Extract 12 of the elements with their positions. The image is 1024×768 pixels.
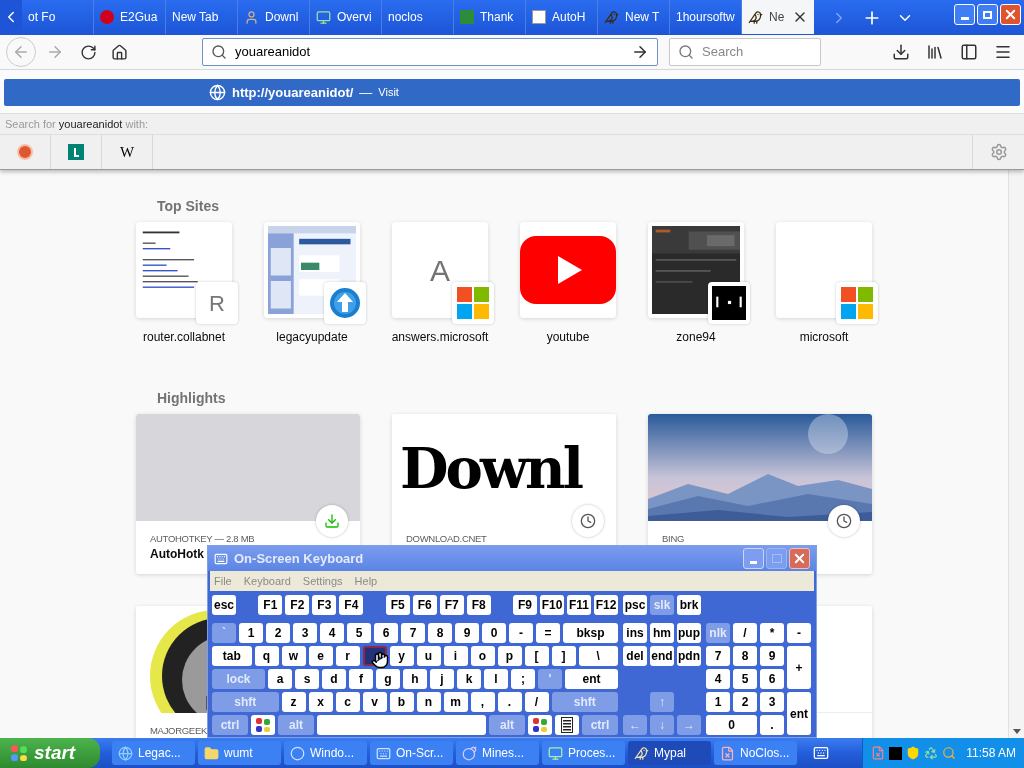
card-context: AUTOHOTKEY — 2.8 MB bbox=[150, 533, 255, 544]
tile-letter: A bbox=[430, 252, 450, 289]
headline-text: Downl bbox=[400, 439, 582, 496]
card-context: BING bbox=[662, 533, 685, 544]
section-title: Top Sites bbox=[157, 198, 219, 214]
site-badge: R bbox=[196, 282, 238, 324]
card-title: AutoHotk bbox=[150, 547, 204, 562]
search-with-label: Search for youareanidot with: bbox=[5, 116, 149, 132]
card-context: MAJORGEEK bbox=[150, 725, 207, 736]
clock: 11:58 AM bbox=[966, 745, 1016, 762]
card-context: DOWNLOAD.CNET bbox=[406, 533, 487, 544]
section-title: Highlights bbox=[157, 390, 226, 406]
